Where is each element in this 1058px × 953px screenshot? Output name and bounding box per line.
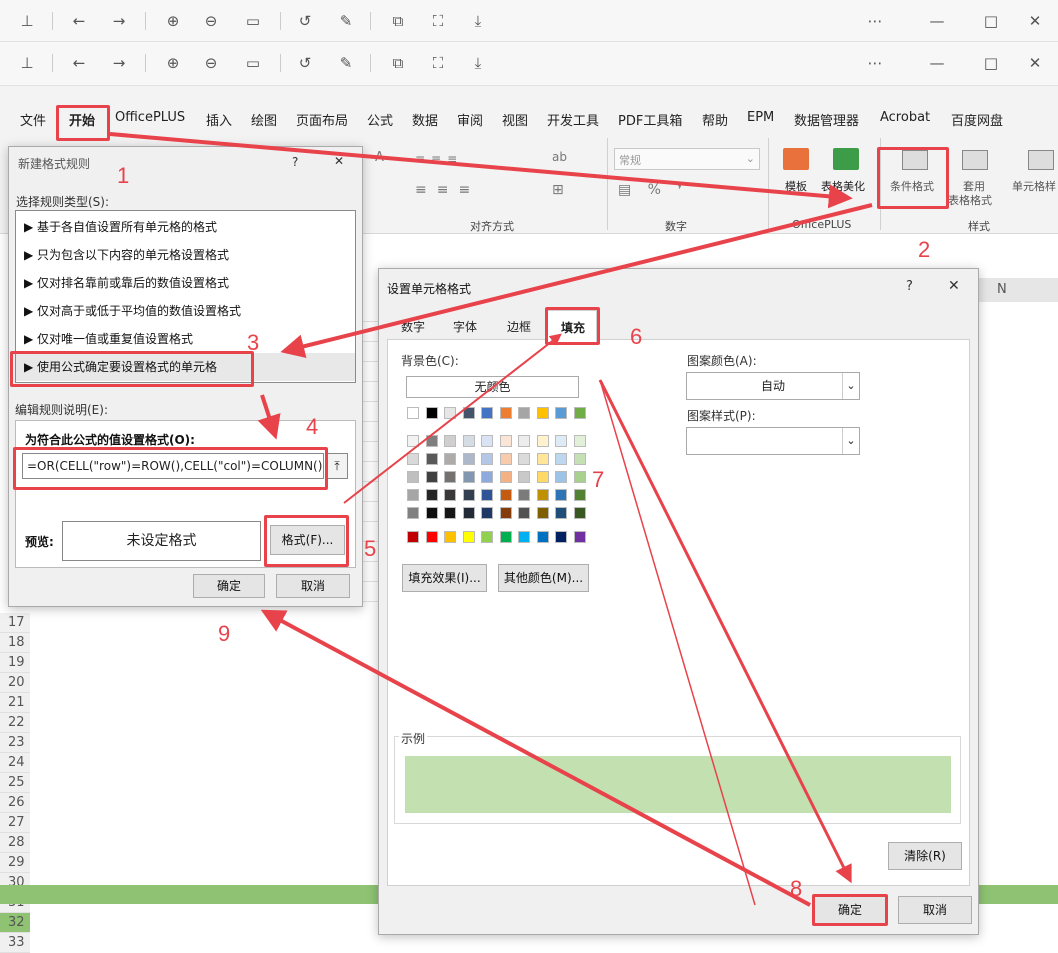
step-2: 2 [918,237,931,262]
arrow-3 [257,394,281,440]
arrow-8 [260,609,811,907]
step-6: 6 [630,324,643,349]
step-4: 4 [306,414,319,439]
step-8: 8 [790,876,803,901]
arrow-1 [109,132,853,209]
step-9: 9 [218,621,231,646]
step-5: 5 [364,536,377,561]
step-7: 7 [592,467,605,492]
annotation-arrows [109,132,873,907]
step-1: 1 [117,163,130,188]
arrow-2 [280,203,873,359]
arrow-5 [343,333,562,504]
step-3: 3 [247,330,260,355]
